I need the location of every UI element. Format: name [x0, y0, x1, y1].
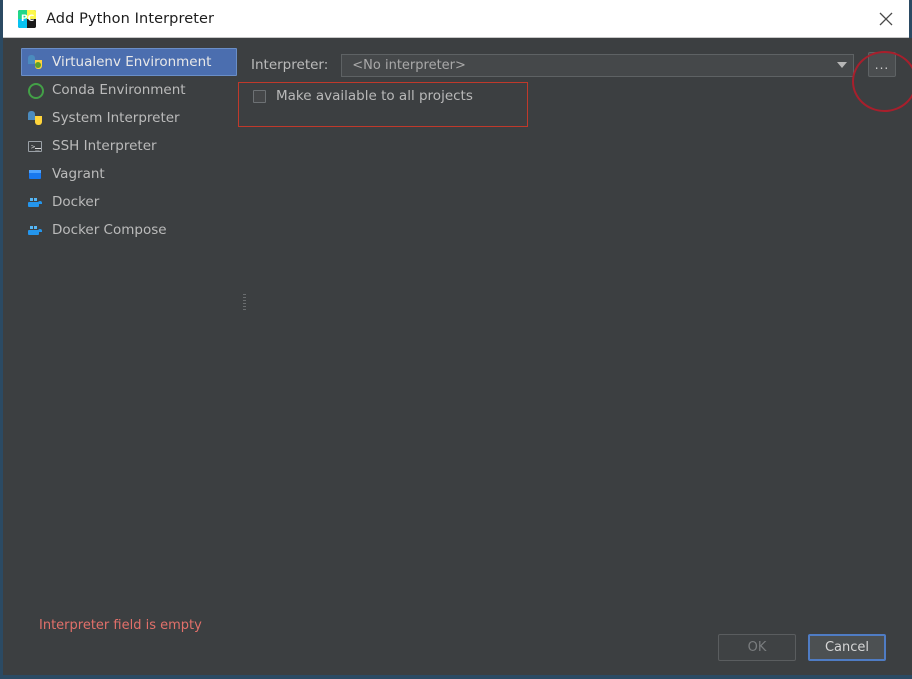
dialog-footer: OK Cancel [718, 634, 886, 661]
python-icon [27, 110, 43, 126]
sidebar-item-label: System Interpreter [52, 110, 180, 126]
checkbox-box[interactable] [253, 89, 266, 103]
vagrant-icon [27, 166, 43, 182]
interpreter-row: Interpreter: <No interpreter> [251, 53, 899, 77]
chevron-down-icon[interactable] [837, 62, 848, 68]
checkbox-label: Make available to all projects [276, 88, 473, 104]
cancel-button[interactable]: Cancel [808, 634, 886, 661]
validation-error-message: Interpreter field is empty [39, 618, 202, 633]
sidebar-item-docker[interactable]: Docker [21, 188, 237, 216]
terminal-icon: >_ [27, 138, 43, 154]
dialog-body: Virtualenv Environment Conda Environment… [6, 38, 912, 675]
sidebar-item-label: Virtualenv Environment [52, 54, 212, 70]
window-title: Add Python Interpreter [46, 10, 215, 27]
make-available-all-projects-checkbox[interactable]: Make available to all projects [253, 88, 473, 104]
sidebar-item-ssh-interpreter[interactable]: >_ SSH Interpreter [21, 132, 237, 160]
interpreter-type-list[interactable]: Virtualenv Environment Conda Environment… [21, 48, 237, 608]
interpreter-settings-pane: Interpreter: <No interpreter> ... Make a… [235, 38, 912, 675]
ok-button[interactable]: OK [718, 634, 796, 661]
close-icon[interactable] [863, 0, 909, 37]
docker-whale-icon [27, 222, 43, 238]
title-bar: PC Add Python Interpreter [3, 0, 909, 38]
sidebar-item-label: Docker [52, 194, 100, 210]
interpreter-selected-value: <No interpreter> [352, 57, 466, 73]
python-virtualenv-icon [27, 54, 43, 70]
sidebar-item-system-interpreter[interactable]: System Interpreter [21, 104, 237, 132]
pycharm-icon: PC [18, 9, 36, 28]
browse-interpreter-button[interactable]: ... [868, 52, 896, 77]
conda-ring-icon [27, 82, 44, 99]
docker-whale-icon [27, 194, 43, 210]
sidebar-item-label: Conda Environment [52, 82, 186, 98]
sidebar-item-conda-environment[interactable]: Conda Environment [21, 76, 237, 104]
interpreter-select[interactable]: <No interpreter> [341, 53, 855, 77]
add-python-interpreter-dialog: PC Add Python Interpreter Virtualenv Env… [0, 0, 912, 679]
sidebar-item-vagrant[interactable]: Vagrant [21, 160, 237, 188]
sidebar-item-label: SSH Interpreter [52, 138, 157, 154]
sidebar-item-label: Docker Compose [52, 222, 167, 238]
sidebar-item-docker-compose[interactable]: Docker Compose [21, 216, 237, 244]
sidebar-item-label: Vagrant [52, 166, 105, 182]
interpreter-label: Interpreter: [251, 57, 329, 73]
sidebar-item-virtualenv-environment[interactable]: Virtualenv Environment [21, 48, 237, 76]
